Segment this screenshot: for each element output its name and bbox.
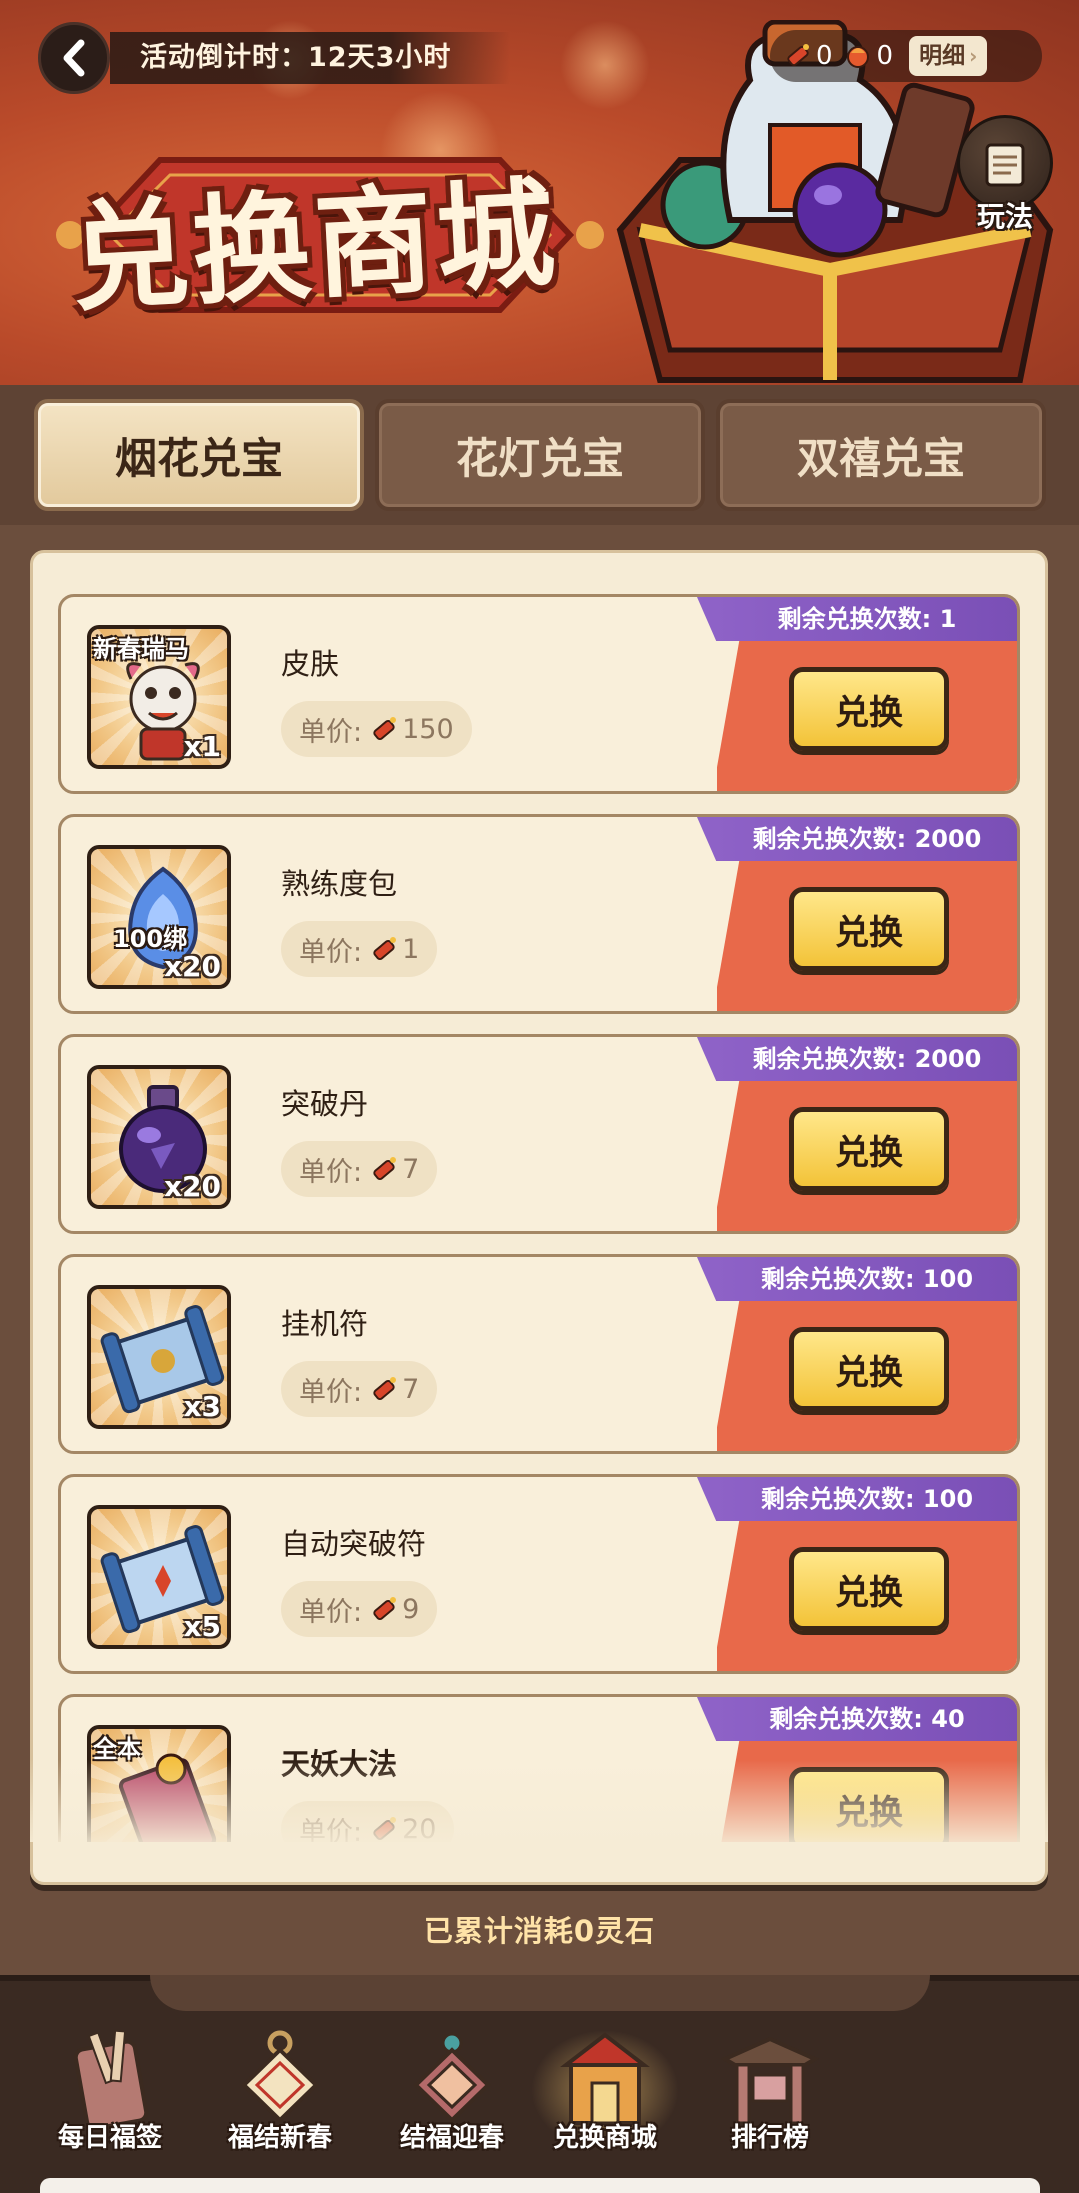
list-item: 剩余兑换次数: 100 兑换 x5 自动突破符 单价: 9 xyxy=(58,1474,1020,1674)
nav-daily-fortune[interactable]: 每日福签 xyxy=(30,2025,190,2165)
remaining-count-badge: 剩余兑换次数: 2000 xyxy=(697,1037,1017,1081)
item-icon-frame[interactable]: x3 xyxy=(87,1285,231,1429)
rules-label: 玩法 xyxy=(976,200,1033,233)
firecracker-icon xyxy=(373,717,397,741)
item-name: 挂机符 xyxy=(281,1307,369,1341)
exchange-button[interactable]: 兑换 xyxy=(789,1547,949,1631)
detail-button[interactable]: 明细 › xyxy=(909,36,988,76)
event-countdown: 活动倒计时：12天3小时 xyxy=(110,32,510,84)
tab-label: 花灯兑宝 xyxy=(455,433,624,483)
currency-bar: 0 0 明细 › xyxy=(770,30,1042,82)
remaining-count-badge: 剩余兑换次数: 100 xyxy=(697,1477,1017,1521)
item-icon-frame[interactable]: 100绑 x20 xyxy=(87,845,231,989)
price-value: 7 xyxy=(402,1153,420,1185)
home-indicator xyxy=(40,2178,1040,2193)
price-tag: 单价: 150 xyxy=(281,701,472,757)
back-arrow-icon xyxy=(63,39,85,77)
list-item: 剩余兑换次数: 100 兑换 x3 挂机符 单价: 7 xyxy=(58,1254,1020,1454)
nav-label: 每日福签 xyxy=(57,2123,162,2153)
remaining-count-badge: 剩余兑换次数: 1 xyxy=(697,597,1017,641)
page-title: 兑换商城 xyxy=(67,163,562,328)
remaining-count-badge: 剩余兑换次数: 40 xyxy=(697,1697,1017,1741)
item-name: 突破丹 xyxy=(281,1087,369,1121)
detail-label: 明细 xyxy=(919,43,966,69)
nav-label: 排行榜 xyxy=(730,2123,809,2153)
lantern-currency: 0 xyxy=(843,41,894,71)
price-value: 150 xyxy=(402,713,454,745)
tab-fireworks[interactable]: 烟花兑宝 xyxy=(34,399,364,511)
exchange-button[interactable]: 兑换 xyxy=(789,1107,949,1191)
item-quantity: x3 xyxy=(183,1390,221,1423)
nav-blessing[interactable]: 结福迎春 xyxy=(372,2025,532,2165)
exchange-button[interactable]: 兑换 xyxy=(789,887,949,971)
tab-label: 双禧兑宝 xyxy=(796,433,965,483)
price-label: 单价: xyxy=(299,1376,363,1408)
nav-lucky-knot[interactable]: 福结新春 xyxy=(200,2025,360,2165)
remaining-count-badge: 剩余兑换次数: 100 xyxy=(697,1257,1017,1301)
header-banner: 兑换商城 活动倒计时：12天3小时 0 0 明细 › 玩法 xyxy=(0,0,1079,385)
total-consumed-text: 已累计消耗0灵石 xyxy=(423,1914,656,1948)
item-name: 皮肤 xyxy=(281,647,340,681)
tab-double-happiness[interactable]: 双禧兑宝 xyxy=(716,399,1046,511)
nav-shop[interactable]: 兑换商城 xyxy=(525,2025,685,2165)
item-quantity: x20 xyxy=(163,1170,221,1203)
item-quantity: x20 xyxy=(163,950,221,983)
item-icon-frame[interactable]: 新春瑞马 x1 xyxy=(87,625,231,769)
item-icon-frame[interactable]: x5 xyxy=(87,1505,231,1649)
item-quantity: x1 xyxy=(183,730,221,763)
remaining-count-badge: 剩余兑换次数: 2000 xyxy=(697,817,1017,861)
lantern-flower-icon xyxy=(846,46,869,68)
item-tag: 全本 xyxy=(93,1735,141,1763)
item-tag: 新春瑞马 xyxy=(93,635,189,663)
price-tag: 单价: 7 xyxy=(281,1141,438,1197)
lantern-count: 0 xyxy=(876,41,894,71)
list-fade-overlay xyxy=(30,1760,1048,1842)
exchange-button[interactable]: 兑换 xyxy=(789,1327,949,1411)
firecracker-icon xyxy=(373,1597,397,1621)
chevron-right-icon: › xyxy=(969,44,978,68)
nav-arch-decoration xyxy=(150,1975,930,2011)
price-value: 7 xyxy=(402,1373,420,1405)
price-label: 单价: xyxy=(299,936,363,968)
nav-label: 兑换商城 xyxy=(552,2123,657,2153)
bound-amount-tag: 100绑 xyxy=(113,925,188,953)
list-item: 剩余兑换次数: 2000 兑换 100绑 x20 熟练度包 单价: 1 xyxy=(58,814,1020,1014)
price-label: 单价: xyxy=(299,1596,363,1628)
price-label: 单价: xyxy=(299,716,363,748)
firecracker-icon xyxy=(373,1157,397,1181)
tab-label: 烟花兑宝 xyxy=(114,433,283,483)
item-quantity: x5 xyxy=(183,1610,221,1643)
price-value: 1 xyxy=(402,933,420,965)
firecracker-currency: 0 xyxy=(782,41,833,71)
item-name: 熟练度包 xyxy=(281,867,398,901)
back-button[interactable] xyxy=(38,22,110,94)
firecracker-icon xyxy=(373,937,397,961)
firecracker-icon xyxy=(373,1377,397,1401)
tab-lanterns[interactable]: 花灯兑宝 xyxy=(375,399,705,511)
item-icon-frame[interactable]: x20 xyxy=(87,1065,231,1209)
firecracker-count: 0 xyxy=(816,41,833,71)
rules-button[interactable]: 玩法 xyxy=(955,115,1055,235)
price-label: 单价: xyxy=(299,1156,363,1188)
nav-ranking[interactable]: 排行榜 xyxy=(690,2025,850,2165)
price-tag: 单价: 7 xyxy=(281,1361,438,1417)
tab-bar: 烟花兑宝 花灯兑宝 双禧兑宝 xyxy=(0,385,1079,525)
nav-label: 结福迎春 xyxy=(399,2123,504,2153)
nav-label: 福结新春 xyxy=(227,2123,332,2153)
price-tag: 单价: 1 xyxy=(281,921,438,977)
price-value: 9 xyxy=(402,1593,420,1625)
list-item: 剩余兑换次数: 1 兑换 新春瑞马 x1 皮肤 单价: 150 xyxy=(58,594,1020,794)
exchange-list[interactable]: 剩余兑换次数: 1 兑换 新春瑞马 x1 皮肤 单价: 150 剩余兑换次数: … xyxy=(30,560,1048,1842)
list-item: 剩余兑换次数: 2000 兑换 x20 突破丹 单价: 7 xyxy=(58,1034,1020,1234)
exchange-button[interactable]: 兑换 xyxy=(789,667,949,751)
price-tag: 单价: 9 xyxy=(281,1581,438,1637)
firecracker-icon xyxy=(787,44,809,67)
item-name: 自动突破符 xyxy=(281,1527,427,1561)
